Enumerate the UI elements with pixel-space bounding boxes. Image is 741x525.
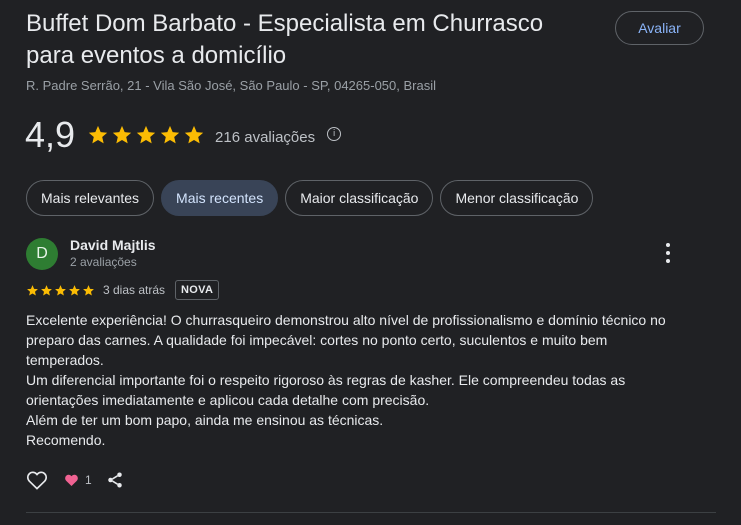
reviews-panel: Buffet Dom Barbato - Especialista em Chu… (0, 0, 741, 525)
rating-stars (87, 124, 205, 146)
average-rating: 4,9 (25, 114, 76, 155)
star-icon (160, 125, 180, 144)
star-icon (27, 284, 38, 295)
sort-chip-highest-rating[interactable]: Maior classificação (285, 180, 434, 216)
star-icon (88, 125, 108, 144)
star-icon (112, 125, 132, 144)
new-badge: NOVA (175, 280, 220, 300)
review-text: Excelente experiência! O churrasqueiro d… (26, 310, 686, 450)
review-date: 3 dias atrás (103, 283, 166, 297)
more-options-icon[interactable] (662, 243, 674, 263)
reaction-heart-icon (65, 474, 78, 486)
like-button-heart-icon[interactable] (26, 470, 48, 490)
business-address: R. Padre Serrão, 21 - Vila São José, São… (26, 78, 436, 93)
review-paragraph: Um diferencial importante foi o respeito… (26, 372, 626, 408)
reviewer-header: D David Majtlis 2 avaliações (26, 237, 716, 270)
rating-summary: 4,9 216 avaliações i (25, 114, 342, 156)
star-icon (83, 284, 94, 295)
likes-count: 1 (85, 473, 92, 487)
sort-chip-lowest-rating[interactable]: Menor classificação (440, 180, 594, 216)
star-icon (184, 125, 204, 144)
avatar[interactable]: D (26, 238, 58, 270)
reviews-count: 216 avaliações (215, 128, 316, 146)
sort-chip-most-recent[interactable]: Mais recentes (161, 180, 279, 216)
star-icon (41, 284, 52, 295)
review-stars (26, 284, 95, 297)
rate-button[interactable]: Avaliar (615, 11, 704, 45)
sort-chip-most-relevant[interactable]: Mais relevantes (26, 180, 155, 216)
review-paragraph: Excelente experiência! O churrasqueiro d… (26, 312, 666, 368)
divider (26, 512, 716, 513)
review-meta: 3 dias atrás NOVA (26, 280, 716, 300)
star-icon (69, 284, 80, 295)
reviewer-review-count: 2 avaliações (70, 255, 137, 269)
share-icon[interactable] (106, 471, 124, 489)
sort-chips: Mais relevantes Mais recentes Maior clas… (26, 180, 594, 216)
review-paragraph: Recomendo. (26, 432, 106, 448)
info-icon[interactable]: i (327, 127, 342, 141)
business-title: Buffet Dom Barbato - Especialista em Chu… (26, 10, 544, 69)
review-card: D David Majtlis 2 avaliações 3 dias atrá… (26, 237, 716, 450)
review-paragraph: Além de ter um bom papo, ainda me ensino… (26, 412, 384, 428)
star-icon (136, 125, 156, 144)
review-actions: 1 (26, 470, 124, 490)
star-icon (55, 284, 66, 295)
reviewer-name[interactable]: David Majtlis (70, 237, 156, 254)
